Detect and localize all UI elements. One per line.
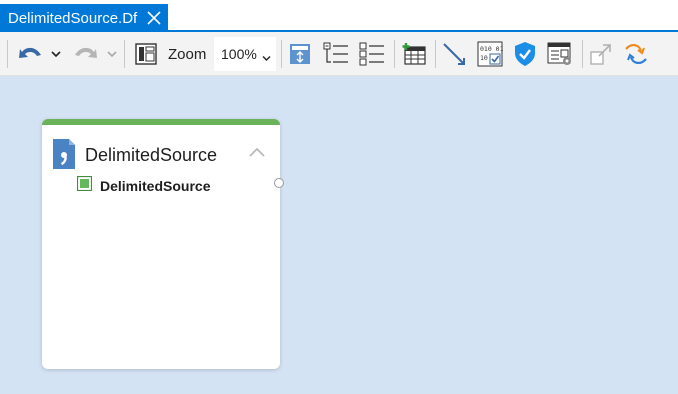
toolbar-separator <box>394 40 395 68</box>
svg-text:010 01: 010 01 <box>480 45 503 53</box>
redo-dropdown-icon[interactable] <box>104 40 120 68</box>
svg-text:10: 10 <box>480 54 488 62</box>
card-title: DelimitedSource <box>85 145 218 165</box>
zoom-label: Zoom <box>168 46 207 63</box>
toolbar-separator <box>435 40 436 68</box>
toolbar-separator <box>281 40 282 68</box>
undo-dropdown-icon[interactable] <box>48 40 64 68</box>
data-preview-icon[interactable]: 010 01 10 <box>475 40 505 68</box>
connector-icon[interactable] <box>440 40 468 68</box>
properties-icon[interactable] <box>545 40 575 68</box>
tab-title: DelimitedSource.Df <box>8 9 138 27</box>
field-label: DelimitedSource <box>100 178 211 194</box>
add-table-icon[interactable] <box>399 40 429 68</box>
tab-delimitedsource[interactable]: DelimitedSource.Df <box>0 4 168 32</box>
field-icon <box>76 175 93 196</box>
chevron-up-icon[interactable] <box>248 145 266 163</box>
validate-shield-icon[interactable] <box>511 40 539 68</box>
diagram-canvas[interactable]: DelimitedSource DelimitedSource <box>0 76 678 394</box>
toolbar-separator <box>582 40 583 68</box>
collapse-all-icon[interactable] <box>322 40 350 68</box>
zoom-value: 100% <box>221 46 257 62</box>
refresh-icon[interactable] <box>622 40 650 68</box>
zoom-select[interactable]: 100% <box>214 37 276 71</box>
delimited-file-icon <box>51 138 77 175</box>
document-tab-strip: DelimitedSource.Df <box>0 0 678 32</box>
toolbar: Zoom 100% 010 01 10 <box>0 32 678 76</box>
fit-page-icon[interactable] <box>286 40 314 68</box>
field-item[interactable]: DelimitedSource <box>76 175 211 196</box>
restore-icon[interactable] <box>587 40 615 68</box>
expand-all-icon[interactable] <box>358 40 386 68</box>
toolbar-separator <box>7 40 8 68</box>
close-icon[interactable] <box>142 6 166 30</box>
toolbar-separator <box>124 40 125 68</box>
undo-icon[interactable] <box>14 40 46 68</box>
layout-view-icon[interactable] <box>131 40 161 68</box>
redo-icon[interactable] <box>70 40 102 68</box>
chevron-down-icon <box>262 49 271 65</box>
output-port[interactable] <box>274 178 284 188</box>
source-card[interactable]: DelimitedSource DelimitedSource <box>42 119 284 369</box>
